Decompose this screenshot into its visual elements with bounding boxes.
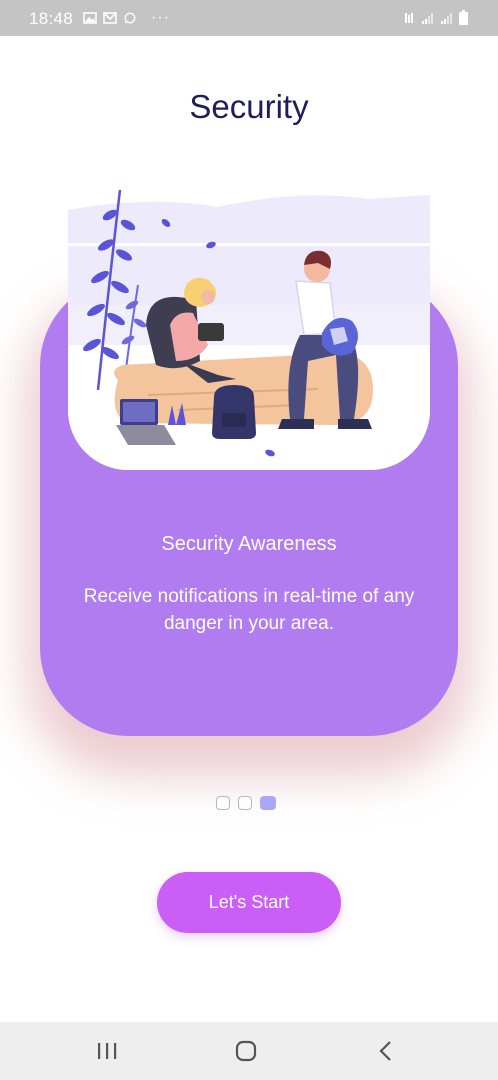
page-dot[interactable] bbox=[216, 796, 230, 810]
slide-title: Security Awareness bbox=[161, 533, 337, 555]
back-icon[interactable] bbox=[366, 1036, 406, 1066]
recent-apps-icon[interactable] bbox=[88, 1036, 128, 1066]
gmail-icon bbox=[103, 12, 117, 24]
people-sitting-on-log-illustration bbox=[68, 185, 430, 470]
signal-icon bbox=[441, 13, 452, 24]
status-system-icons bbox=[402, 10, 468, 25]
system-nav-bar bbox=[0, 1022, 498, 1080]
lets-start-button[interactable]: Let's Start bbox=[157, 872, 341, 933]
whatsapp-icon bbox=[124, 12, 136, 24]
more-dots-icon: ··· bbox=[151, 9, 170, 26]
page-indicator bbox=[216, 796, 276, 810]
vibrate-icon bbox=[405, 13, 413, 23]
signal-icon bbox=[422, 13, 433, 24]
page-dot[interactable] bbox=[238, 796, 252, 810]
status-notification-icons: ··· bbox=[83, 9, 170, 27]
image-icon bbox=[83, 12, 97, 24]
status-bar: 18:48 ··· bbox=[0, 0, 498, 36]
slide-description: Receive notifications in real-time of an… bbox=[83, 586, 415, 634]
page-dot-active[interactable] bbox=[260, 796, 276, 810]
status-time: 18:48 bbox=[29, 9, 74, 28]
battery-icon bbox=[459, 10, 468, 25]
page-title: Security bbox=[189, 88, 309, 125]
home-icon[interactable] bbox=[226, 1036, 266, 1066]
